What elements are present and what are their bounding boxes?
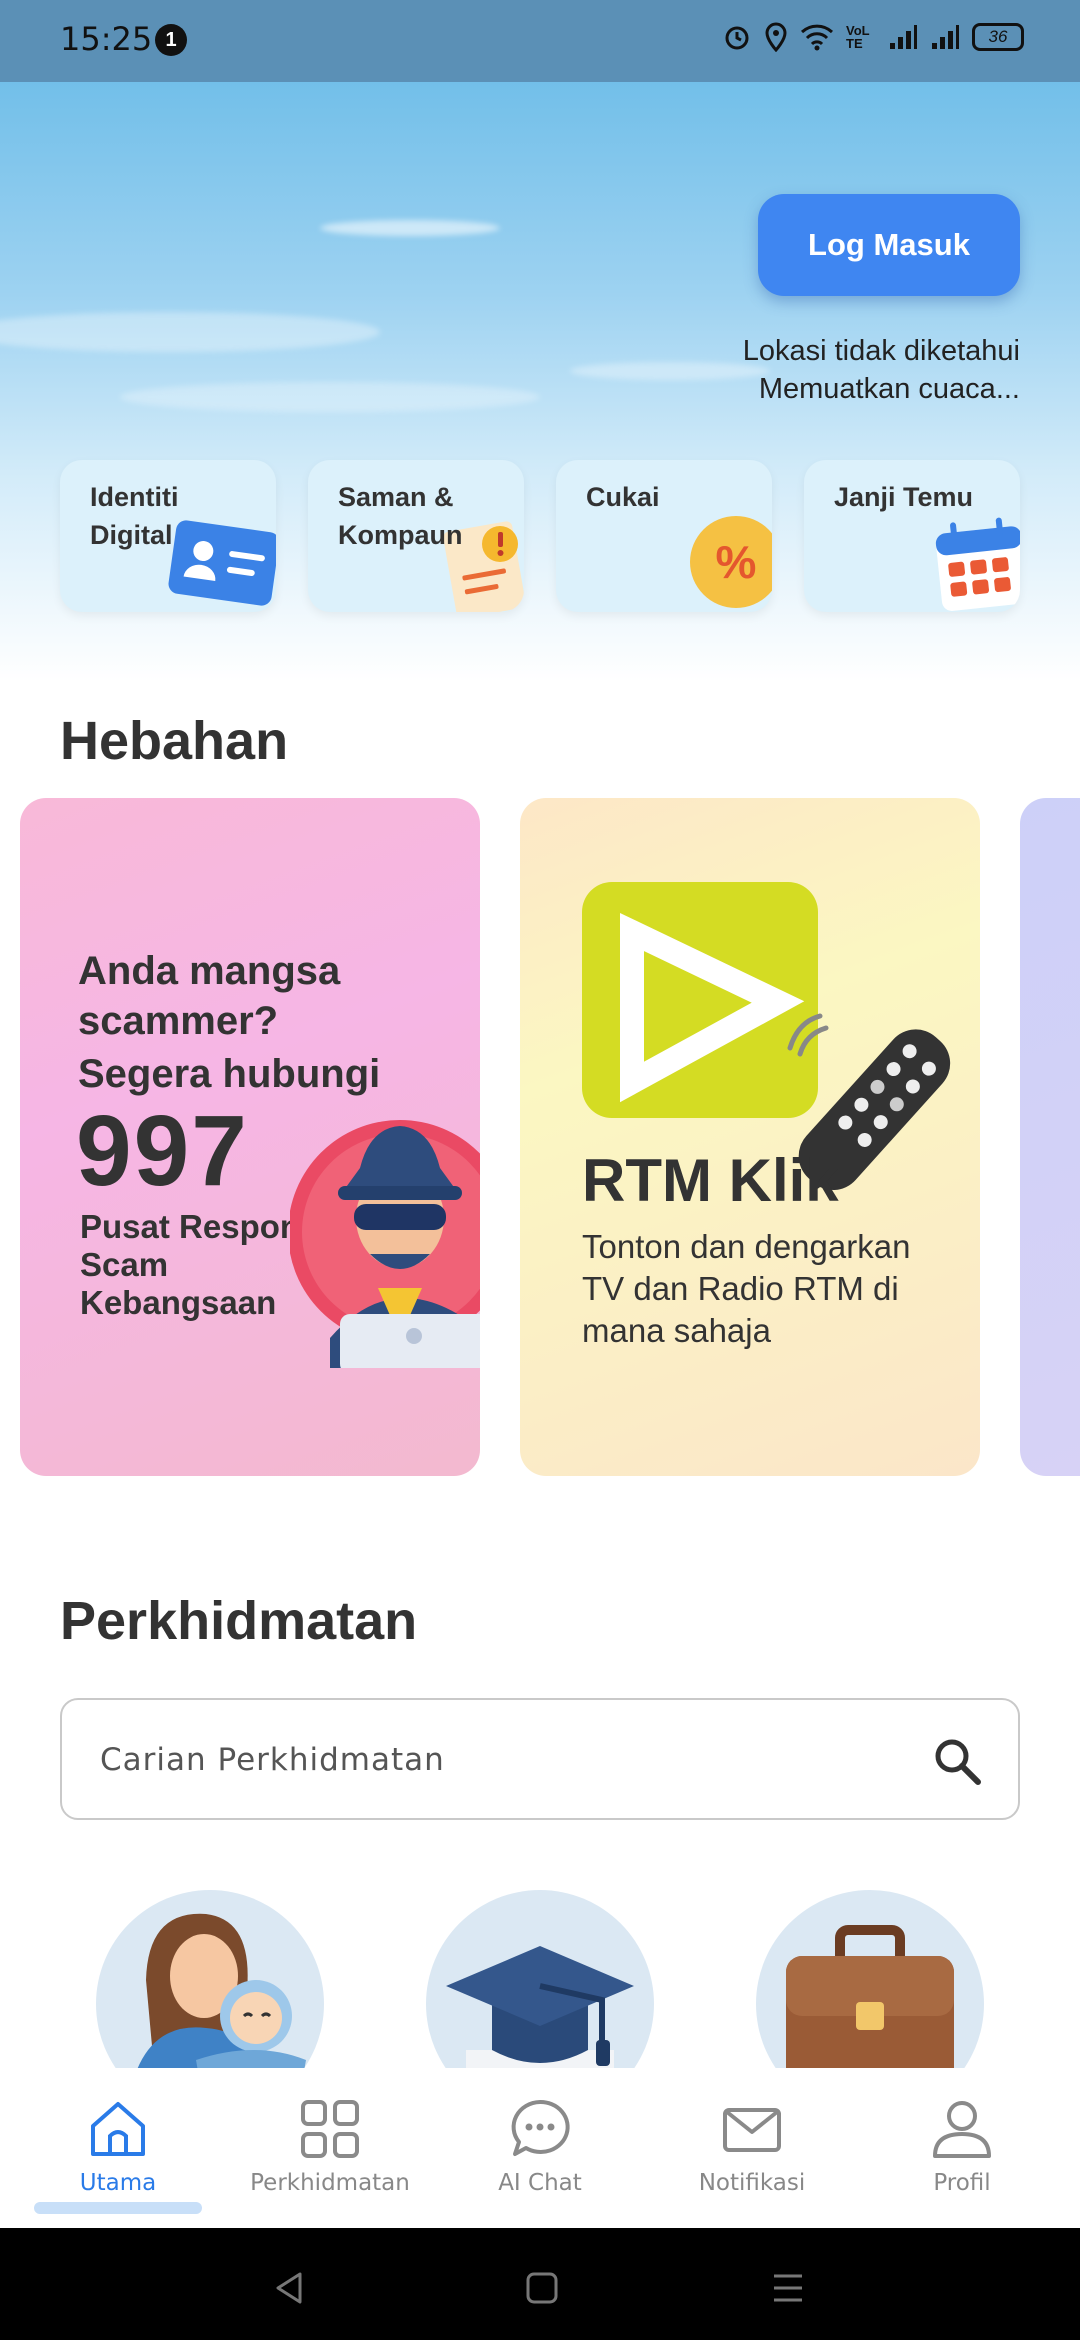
- nav-label: Notifikasi: [698, 2170, 806, 2196]
- quick-actions: Identiti Digital Saman & Kompaun Cukai %…: [60, 460, 1020, 614]
- banner-description: Tonton dan dengarkan TV dan Radio RTM di…: [582, 1228, 911, 1349]
- quick-label: Identiti Digital: [90, 482, 179, 550]
- home-button-icon[interactable]: [522, 2268, 562, 2308]
- envelope-icon: [723, 2108, 781, 2152]
- cloud-decoration: [120, 382, 540, 412]
- status-icons: VoLTE 36: [722, 22, 1024, 52]
- nav-ai-chat[interactable]: AI Chat: [432, 2080, 648, 2220]
- quick-label: Cukai: [586, 482, 660, 512]
- banner-scam-997[interactable]: Anda mangsa scammer? Segera hubungi 997 …: [20, 798, 480, 1476]
- nav-notifikasi[interactable]: Notifikasi: [644, 2080, 860, 2220]
- volte-label: VoLTE: [846, 23, 870, 51]
- login-button[interactable]: Log Masuk: [758, 194, 1020, 296]
- services-heading: Perkhidmatan: [60, 1591, 418, 1651]
- recents-icon[interactable]: [768, 2268, 808, 2308]
- back-icon[interactable]: [270, 2268, 310, 2308]
- wifi-icon: [800, 24, 834, 51]
- nav-label: AI Chat: [498, 2170, 582, 2196]
- battery-indicator: 36: [972, 23, 1024, 51]
- banner-next-partial[interactable]: [1020, 798, 1080, 1476]
- percent-icon: %: [690, 516, 772, 608]
- system-navigation-bar: [0, 2228, 1080, 2340]
- active-tab-indicator: [34, 2202, 202, 2214]
- quick-saman-kompaun[interactable]: Saman & Kompaun: [308, 460, 524, 612]
- banner-org: Pusat Respons Scam Kebangsaan: [80, 1208, 319, 1321]
- svg-text:%: %: [716, 536, 757, 588]
- cloud-decoration: [570, 362, 770, 380]
- banner-title: RTM Klik: [582, 1147, 839, 1214]
- signal-icon-2: [932, 25, 959, 49]
- alarm-icon: [725, 26, 749, 50]
- quick-label: Saman & Kompaun: [338, 482, 463, 550]
- search-icon[interactable]: [932, 1736, 982, 1786]
- nav-utama[interactable]: Utama: [10, 2080, 226, 2220]
- calendar-icon: [935, 517, 1020, 611]
- quick-label: Janji Temu: [834, 482, 974, 512]
- banner-rtm-klik[interactable]: RTM Klik Tonton dan dengarkan TV dan Rad…: [520, 798, 980, 1476]
- nav-profil[interactable]: Profil: [854, 2080, 1070, 2220]
- grid-icon: [301, 2100, 359, 2158]
- status-time: 15:25: [60, 20, 153, 58]
- location-icon: [765, 22, 787, 52]
- announcements-heading: Hebahan: [60, 711, 289, 771]
- quick-identiti-digital[interactable]: Identiti Digital: [60, 460, 276, 612]
- notification-count-badge: 1: [155, 24, 187, 56]
- banner-hotline-number: 997: [76, 1095, 249, 1207]
- status-bar: 15:25 1 VoLTE 36: [0, 0, 1080, 82]
- quick-janji-temu[interactable]: Janji Temu: [804, 460, 1020, 612]
- user-icon: [933, 2101, 991, 2158]
- location-weather-info: Lokasi tidak diketahui Memuatkan cuaca..…: [743, 332, 1020, 408]
- cloud-decoration: [320, 220, 500, 236]
- hacker-illustration-icon: [290, 1120, 480, 1368]
- weather-text: Memuatkan cuaca...: [758, 373, 1020, 405]
- cloud-decoration: [0, 312, 380, 352]
- nav-label: Perkhidmatan: [250, 2170, 410, 2196]
- nav-label: Profil: [933, 2170, 991, 2196]
- location-text: Lokasi tidak diketahui: [742, 335, 1020, 367]
- nav-label: Utama: [79, 2170, 157, 2196]
- search-input[interactable]: [100, 1730, 900, 1790]
- banner-line1: Anda mangsa scammer?: [78, 949, 341, 1043]
- banner-line2: Segera hubungi: [78, 1052, 381, 1096]
- nav-perkhidmatan[interactable]: Perkhidmatan: [222, 2080, 438, 2220]
- service-search-box[interactable]: [60, 1698, 1020, 1820]
- signal-icon: [890, 25, 917, 49]
- quick-cukai[interactable]: Cukai %: [556, 460, 772, 612]
- chat-bubble-icon: [511, 2099, 570, 2156]
- home-icon: [91, 2102, 145, 2156]
